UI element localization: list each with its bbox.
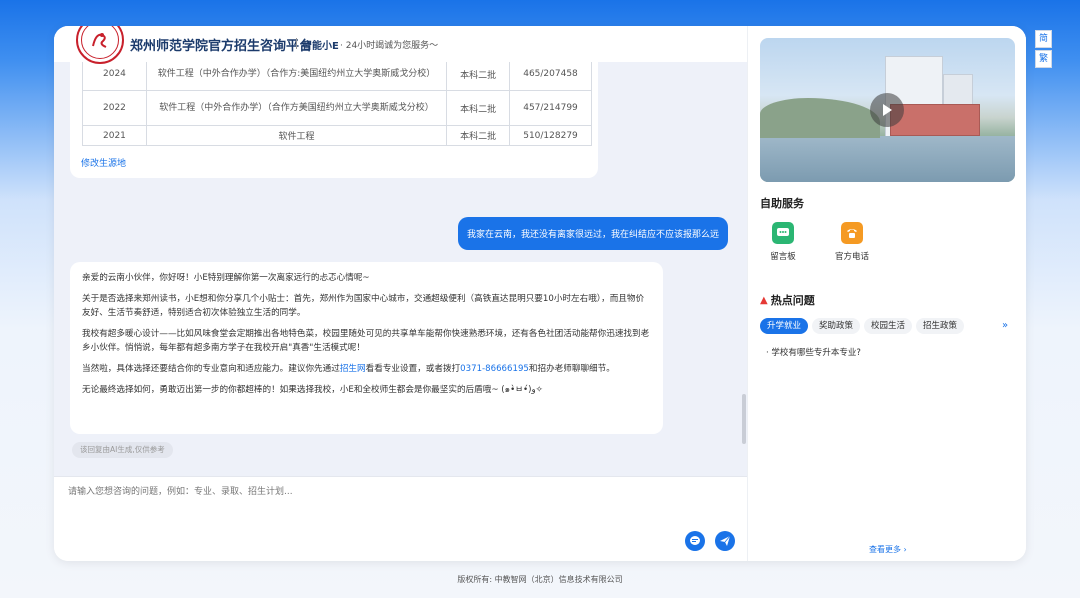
hot-tabs: 升学就业 奖助政策 校园生活 招生政策 [760, 318, 1018, 336]
service-label: 留言板 [770, 252, 796, 262]
input-area [54, 476, 747, 561]
table-row: 2021 软件工程 本科二批 510/128279 [82, 125, 592, 146]
tab-hot-0[interactable]: 升学就业 [760, 318, 809, 334]
scrollbar[interactable] [742, 394, 746, 444]
send-button[interactable] [715, 531, 735, 551]
text-span: 当然啦，具体选择还要结合你的专业意向和适应能力。建议你先通过 [82, 364, 340, 374]
message-board-icon [772, 222, 794, 244]
hot-questions-heading: ▲ 热点问题 [760, 292, 815, 308]
play-icon [883, 104, 892, 116]
text-span: 看看专业设置，或者拨打 [365, 364, 461, 374]
chevron-right-icon: › [903, 545, 907, 554]
ai-paragraph: 我校有超多暖心设计——比如风味食堂会定期推出各地特色菜，校园里随处可见的共享单车… [82, 329, 650, 353]
self-service-title: 自助服务 [760, 197, 804, 210]
chat-window: 郑州师范学院官方招生咨询平台 智能小E · 24小时竭诚为您服务～ 2024 软… [54, 26, 1026, 561]
table-cell-year: 2022 [82, 90, 147, 126]
tabs-scroll-right-icon[interactable]: » [995, 318, 1015, 334]
campus-video[interactable] [760, 38, 1015, 182]
footer-copyright: 版权所有: 中教智网（北京）信息技术有限公司 [457, 575, 623, 584]
play-button[interactable] [870, 93, 904, 127]
ai-paragraph: 无论最终选择如何，勇敢迈出第一步的你都超棒的！如果选择我校，小E和全校师生都会是… [82, 385, 543, 395]
edit-origin-link[interactable]: 修改生源地 [81, 156, 126, 169]
admissions-site-link[interactable]: 招生网 [340, 364, 366, 374]
service-label: 官方电话 [834, 252, 869, 262]
ai-message-table: 2024 软件工程（中外合作办学）（合作方:美国纽约州立大学奥斯威戈分校） 本科… [70, 62, 598, 178]
fire-icon: ▲ [760, 294, 768, 306]
chat-icon [690, 536, 700, 545]
table-row: 2022 软件工程（中外合作办学）（合作方美国纽约州立大学奥斯威戈分校） 本科二… [82, 90, 592, 126]
ai-paragraph: 当然啦，具体选择还要结合你的专业意向和适应能力。建议你先通过招生网看看专业设置，… [82, 362, 651, 376]
table-cell-score: 465/207458 [509, 62, 592, 91]
lake [760, 136, 1015, 182]
message-board-button[interactable]: 留言板 [758, 222, 808, 262]
trees [760, 98, 880, 138]
phone-icon [841, 222, 863, 244]
table-cell-batch: 本科二批 [446, 62, 511, 91]
send-icon [720, 535, 731, 546]
assistant-brand: 智能小E [302, 41, 339, 52]
school-logo [76, 26, 124, 64]
ai-paragraph: 亲爱的云南小伙伴，你好呀！小E特别理解你第一次离家远行的忐忑心情呢~ [82, 273, 370, 283]
chat-history[interactable]: 2024 软件工程（中外合作办学）（合作方:美国纽约州立大学奥斯威戈分校） 本科… [54, 62, 747, 476]
table-cell-year: 2021 [82, 125, 147, 146]
traditional-chinese-button[interactable]: 繁 [1035, 50, 1052, 68]
phone-link[interactable]: 0371-86666195 [460, 364, 529, 374]
tab-hot-3[interactable]: 招生政策 [916, 318, 965, 334]
ai-paragraph: 关于是否选择来郑州读书，小E想和你分享几个小贴士：首先，郑州作为国家中心城市，交… [82, 294, 645, 318]
table-cell-score: 457/214799 [509, 90, 592, 126]
table-cell-major: 软件工程 [145, 125, 448, 146]
table-row: 2024 软件工程（中外合作办学）（合作方:美国纽约州立大学奥斯威戈分校） 本科… [82, 62, 592, 91]
slogan: · 24小时竭诚为您服务～ [340, 41, 439, 51]
table-cell-score: 510/128279 [509, 125, 592, 146]
tab-hot-1[interactable]: 奖助政策 [812, 318, 861, 334]
table-cell-batch: 本科二批 [446, 90, 511, 126]
quick-message-button[interactable] [685, 531, 705, 551]
divider [296, 38, 297, 49]
header: 郑州师范学院官方招生咨询平台 智能小E · 24小时竭诚为您服务～ [54, 26, 747, 64]
see-more-text: 查看更多 [869, 545, 901, 554]
table-cell-batch: 本科二批 [446, 125, 511, 146]
admission-table: 2024 软件工程（中外合作办学）（合作方:美国纽约州立大学奥斯威戈分校） 本科… [82, 62, 592, 146]
see-more-link[interactable]: 查看更多 › [869, 544, 907, 555]
sidebar: 自助服务 留言板 官方电话 ▲ 热点问题 升学就业 奖助政策 校园生活 招生政策… [747, 26, 1026, 561]
tab-hot-2[interactable]: 校园生活 [864, 318, 913, 334]
hot-question-item[interactable]: · 学校有哪些专升本专业? [766, 346, 861, 358]
page-title: 郑州师范学院官方招生咨询平台 [130, 38, 313, 53]
text-span: 和招办老师聊聊细节。 [528, 364, 615, 374]
question-input[interactable] [68, 484, 668, 514]
simplified-chinese-button[interactable]: 简 [1035, 30, 1052, 48]
ai-message: 亲爱的云南小伙伴，你好呀！小E特别理解你第一次离家远行的忐忑心情呢~ 关于是否选… [70, 262, 663, 434]
table-cell-year: 2024 [82, 62, 147, 91]
table-cell-major: 软件工程（中外合作办学）（合作方美国纽约州立大学奥斯威戈分校） [145, 90, 448, 126]
ai-disclaimer-tag: 该回复由AI生成,仅供参考 [72, 442, 173, 458]
user-message: 我家在云南，我还没有离家很远过，我在纠结应不应该报那么远 [458, 217, 728, 250]
table-cell-major: 软件工程（中外合作办学）（合作方:美国纽约州立大学奥斯威戈分校） [145, 62, 448, 91]
hot-question-text: 学校有哪些专升本专业? [771, 348, 861, 358]
hot-questions-title: 热点问题 [770, 294, 815, 307]
official-phone-button[interactable]: 官方电话 [827, 222, 877, 262]
